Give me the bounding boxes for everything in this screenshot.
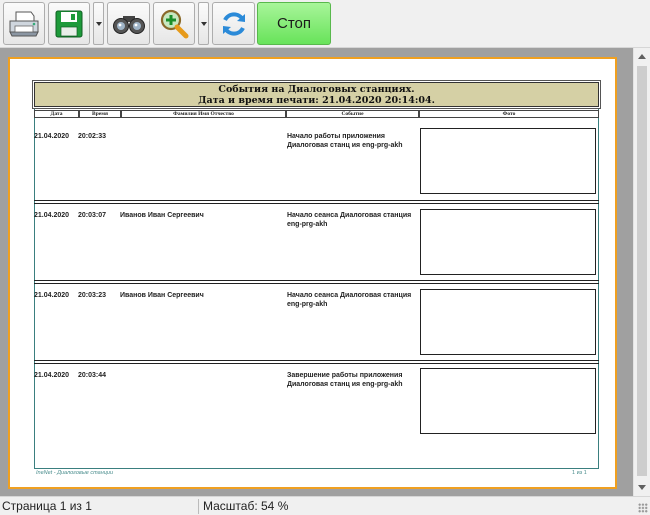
record-name: Иванов Иван Сергеевич (120, 212, 204, 219)
table-row: 21.04.2020 20:03:07 Иванов Иван Сергееви… (34, 206, 599, 286)
record-time: 20:03:07 (78, 212, 107, 219)
record-photo (420, 209, 596, 275)
record-time: 20:03:23 (78, 292, 107, 299)
row-separator (34, 360, 599, 364)
scroll-down-icon[interactable] (638, 485, 646, 490)
printer-icon (9, 11, 39, 36)
report-print-date: Дата и время печати: 21.04.2020 20:14:04… (198, 95, 435, 106)
record-side-mark (34, 348, 35, 359)
column-header-event: Событие (286, 110, 419, 118)
vertical-scrollbar[interactable] (633, 48, 650, 496)
record-date: 21.04.2020 (34, 133, 70, 140)
report-header: События на Диалоговых станциях. Дата и в… (34, 82, 599, 107)
column-header-photo: Фото (419, 110, 599, 118)
record-event-line2: Диалоговая станц ия eng-prg-akh (287, 381, 403, 388)
find-button[interactable] (107, 2, 150, 45)
toolbar: Стоп (0, 0, 650, 48)
record-date: 21.04.2020 (34, 292, 70, 299)
record-event-line1: Начало сеанса Диалоговая станция (287, 212, 412, 219)
print-preview-area[interactable]: События на Диалоговых станциях. Дата и в… (0, 48, 650, 496)
record-photo (420, 128, 596, 194)
resize-grip-icon[interactable] (638, 503, 648, 513)
chevron-down-icon (95, 21, 102, 26)
record-side-mark (34, 268, 35, 279)
refresh-icon (222, 11, 245, 36)
chevron-down-icon (200, 21, 207, 26)
stop-button[interactable]: Стоп (257, 2, 331, 45)
scroll-thumb[interactable] (637, 66, 647, 476)
report-page: События на Диалоговых станциях. Дата и в… (12, 61, 613, 485)
column-header-date: Дата (34, 110, 79, 118)
column-header-name: Фамилия Имя Отчество (121, 110, 286, 118)
zoom-indicator: Масштаб: 54 % (203, 499, 289, 513)
record-name: Иванов Иван Сергеевич (120, 292, 204, 299)
record-event-line2: eng-prg-akh (287, 301, 328, 308)
record-event-line2: eng-prg-akh (287, 221, 328, 228)
record-time: 20:02:33 (78, 133, 107, 140)
record-event-line1: Начало сеанса Диалоговая станция (287, 292, 412, 299)
binoculars-icon (112, 15, 145, 34)
record-side-mark (34, 188, 35, 200)
record-event-line1: Начало работы приложения (287, 133, 385, 140)
record-event-line1: Завершение работы приложения (287, 372, 403, 379)
zoom-button[interactable] (153, 2, 195, 45)
save-icon (55, 10, 83, 37)
table-row: 21.04.2020 20:03:44 Завершение работы пр… (34, 366, 599, 450)
zoom-in-icon (160, 9, 189, 38)
status-bar: Страница 1 из 1 Масштаб: 54 % (0, 496, 650, 515)
record-time: 20:03:44 (78, 372, 107, 379)
scroll-up-icon[interactable] (638, 54, 646, 59)
footer-app-name: IneNet - Диалоговые станции (36, 470, 114, 476)
page-indicator: Страница 1 из 1 (2, 499, 92, 513)
refresh-button[interactable] (212, 2, 255, 45)
zoom-dropdown[interactable] (198, 2, 209, 45)
footer-page-count: 1 из 1 (572, 470, 587, 476)
record-date: 21.04.2020 (34, 372, 70, 379)
status-divider (198, 499, 199, 514)
footer-line (34, 468, 599, 469)
column-header-time: Время (79, 110, 121, 118)
row-separator (34, 280, 599, 284)
save-button[interactable] (48, 2, 90, 45)
table-row: 21.04.2020 20:02:33 Начало работы прилож… (34, 126, 599, 206)
save-dropdown[interactable] (93, 2, 104, 45)
print-button[interactable] (3, 2, 45, 45)
record-photo (420, 289, 596, 355)
report-title: События на Диалоговых станциях. (218, 84, 415, 95)
table-row: 21.04.2020 20:03:23 Иванов Иван Сергееви… (34, 286, 599, 366)
row-separator (34, 200, 599, 204)
record-date: 21.04.2020 (34, 212, 70, 219)
record-event-line2: Диалоговая станц ия eng-prg-akh (287, 142, 403, 149)
page-frame: События на Диалоговых станциях. Дата и в… (8, 57, 617, 489)
record-photo (420, 368, 596, 434)
